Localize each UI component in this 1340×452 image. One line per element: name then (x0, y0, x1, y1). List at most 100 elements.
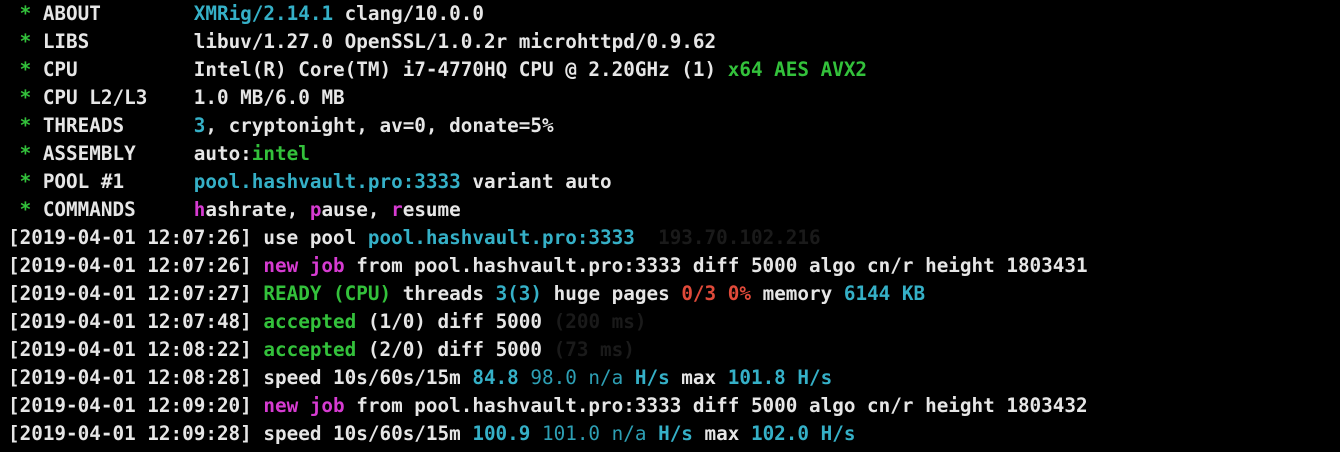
terminal-line: * THREADS 3, cryptonight, av=0, donate=5… (8, 112, 554, 140)
terminal-text-segment: clang/10.0.0 (333, 2, 484, 25)
terminal-text-segment: 101.8 H/s (727, 366, 833, 389)
terminal-text-segment: algo cn/r height (797, 394, 1007, 417)
terminal-text-segment: speed 10s/60s/15m (263, 422, 473, 445)
terminal-text-segment: 84.8 (472, 366, 519, 389)
terminal-text-segment: 6144 KB (843, 282, 926, 305)
terminal-line: [2019-04-01 12:07:27] READY (CPU) thread… (8, 280, 925, 308)
terminal-text-segment: Intel(R) Core(TM) i7-4770HQ CPU @ 2.20GH… (193, 58, 728, 81)
terminal-text-segment: (2/0) diff (356, 338, 496, 361)
terminal-line: [2019-04-01 12:07:26] new job from pool.… (8, 252, 1088, 280)
terminal-text-segment: 0/3 0% (681, 282, 751, 305)
terminal-text-segment: x64 AES AVX2 (727, 58, 868, 81)
terminal-line: [2019-04-01 12:07:26] use pool pool.hash… (8, 224, 821, 252)
terminal-text-segment: 1803432 (1006, 394, 1088, 417)
terminal-text-segment: ashrate, (205, 198, 310, 221)
terminal-line: * ASSEMBLY auto:intel (8, 140, 310, 168)
terminal-text-segment: CPU L2/L3 (42, 86, 194, 109)
terminal-line: * POOL #1 pool.hashvault.pro:3333 varian… (8, 168, 612, 196)
terminal-text-segment: POOL #1 (42, 170, 194, 193)
terminal-text-segment: accepted (263, 310, 357, 333)
terminal-window[interactable]: * ABOUT XMRig/2.14.1 clang/10.0.0 * LIBS… (0, 0, 1340, 452)
terminal-text-segment: THREADS (42, 114, 194, 137)
terminal-text-segment: * (8, 170, 43, 193)
terminal-text-segment: * (8, 198, 43, 221)
terminal-line: * CPU L2/L3 1.0 MB/6.0 MB (8, 84, 345, 112)
terminal-text-segment: 5000 (750, 254, 798, 277)
terminal-text-segment: r (391, 198, 403, 221)
terminal-text-segment: COMMANDS (42, 198, 194, 221)
terminal-text-segment: , cryptonight, av=0, donate=5% (205, 114, 554, 137)
terminal-text-segment: XMRig/2.14.1 (193, 2, 334, 25)
terminal-text-segment: H/s (658, 422, 693, 445)
terminal-text-segment: new job (263, 254, 345, 277)
terminal-text-segment: from pool.hashvault.pro:3333 diff (344, 254, 751, 277)
terminal-text-segment: * (8, 30, 43, 53)
terminal-text-segment: READY (CPU) (263, 282, 392, 305)
terminal-text-segment: [2019-04-01 12:08:22] (8, 338, 264, 361)
terminal-text-segment: [2019-04-01 12:07:27] (8, 282, 264, 305)
terminal-text-segment: * (8, 2, 43, 25)
terminal-text-segment: huge pages (542, 282, 682, 305)
terminal-text-segment: memory (750, 282, 844, 305)
terminal-text-segment: (1/0) diff (356, 310, 496, 333)
terminal-text-segment: 5000 (495, 338, 543, 361)
terminal-text-segment: (200 ms) (553, 310, 647, 333)
terminal-text-segment: H/s (634, 366, 670, 389)
terminal-text-segment: 1.0 MB/6.0 MB (193, 86, 345, 109)
terminal-text-segment: new job (263, 394, 345, 417)
terminal-text-segment: p (309, 198, 322, 221)
terminal-text-segment: 3(3) (495, 282, 543, 305)
terminal-text-segment: speed 10s/60s/15m (263, 366, 473, 389)
terminal-text-segment: (73 ms) (553, 338, 635, 361)
terminal-text-segment: algo cn/r height (797, 254, 1007, 277)
terminal-text-segment: esume (402, 198, 461, 221)
terminal-text-segment: 98.0 n/a (530, 366, 624, 389)
terminal-text-segment: 102.0 H/s (750, 422, 856, 445)
terminal-line: [2019-04-01 12:07:48] accepted (1/0) dif… (8, 308, 647, 336)
terminal-text-segment: * (8, 114, 43, 137)
terminal-text-segment: [2019-04-01 12:08:28] (8, 366, 264, 389)
terminal-text-segment: libuv/1.27.0 OpenSSL/1.0.2r microhttpd/0… (193, 30, 717, 53)
terminal-line: [2019-04-01 12:08:22] accepted (2/0) dif… (8, 336, 635, 364)
terminal-text-segment: 1803431 (1006, 254, 1088, 277)
terminal-text-segment: ASSEMBLY (42, 142, 194, 165)
terminal-text-segment: [2019-04-01 12:09:20] (8, 394, 264, 417)
terminal-text-segment: max (669, 366, 728, 389)
terminal-text-segment: from pool.hashvault.pro:3333 diff (344, 394, 751, 417)
terminal-text-segment: threads (391, 282, 496, 305)
terminal-text-segment: 101.0 n/a (542, 422, 647, 445)
terminal-line: [2019-04-01 12:09:28] speed 10s/60s/15m … (8, 420, 855, 448)
terminal-text-segment: * (8, 58, 43, 81)
terminal-line: * LIBS libuv/1.27.0 OpenSSL/1.0.2r micro… (8, 28, 717, 56)
terminal-text-segment: [2019-04-01 12:07:26] (8, 226, 264, 249)
terminal-text-segment: pool.hashvault.pro:3333 (367, 226, 635, 249)
terminal-text-segment: [2019-04-01 12:09:28] (8, 422, 264, 445)
terminal-text-segment: 100.9 (472, 422, 531, 445)
terminal-text-segment: ause, (321, 198, 392, 221)
terminal-text-segment: max (692, 422, 751, 445)
terminal-text-segment: intel (251, 142, 310, 165)
terminal-line: [2019-04-01 12:08:28] speed 10s/60s/15m … (8, 364, 832, 392)
terminal-text-segment: 193.70.102.216 (658, 226, 821, 249)
terminal-text-segment: pool.hashvault.pro:3333 (193, 170, 461, 193)
terminal-text-segment: ABOUT (42, 2, 194, 25)
terminal-text-segment: * (8, 142, 43, 165)
terminal-text-segment: use pool (263, 226, 368, 249)
terminal-text-segment: h (193, 198, 206, 221)
terminal-line: * CPU Intel(R) Core(TM) i7-4770HQ CPU @ … (8, 56, 867, 84)
terminal-text-segment: variant auto (460, 170, 612, 193)
terminal-text-segment: 3 (193, 114, 206, 137)
terminal-text-segment: * (8, 86, 43, 109)
terminal-text-segment: [2019-04-01 12:07:48] (8, 310, 264, 333)
terminal-text-segment: [2019-04-01 12:07:26] (8, 254, 264, 277)
terminal-text-segment: auto: (193, 142, 252, 165)
terminal-text-segment: CPU (42, 58, 194, 81)
terminal-line: * ABOUT XMRig/2.14.1 clang/10.0.0 (8, 0, 484, 28)
terminal-text-segment: 5000 (750, 394, 798, 417)
